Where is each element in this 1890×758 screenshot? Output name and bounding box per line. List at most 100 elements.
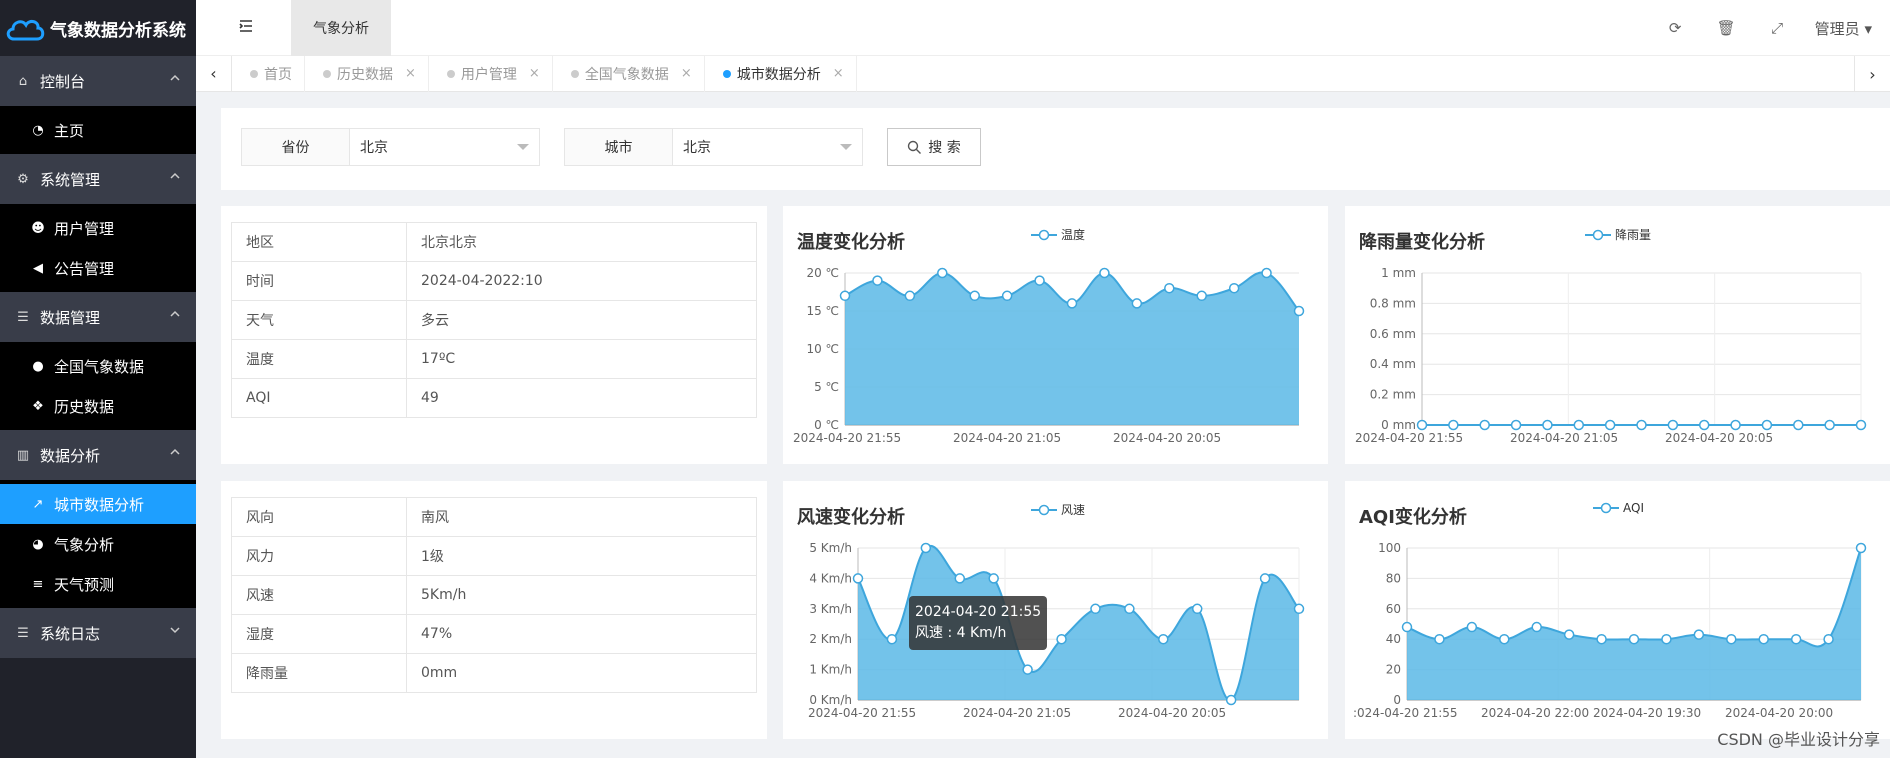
close-icon[interactable]: × [833, 66, 844, 81]
data-point [1448, 419, 1459, 431]
x-tick-label: 2024-04-20 19:30 [1593, 706, 1701, 720]
server-icon: ☰ [17, 309, 29, 325]
table-row: 风向 南风 [231, 497, 757, 537]
y-tick-label: 20 ℃ [806, 266, 839, 280]
refresh-icon[interactable]: ⟳ [1650, 19, 1701, 37]
data-point [988, 573, 999, 584]
y-tick-label: 4 Km/h [809, 571, 852, 585]
y-tick-label: 20 [1386, 663, 1401, 677]
menu-head-console[interactable]: ⌂ 控制台 [0, 56, 196, 106]
home-icon: ⌂ [18, 73, 28, 89]
menu-head-label: 系统管理 [40, 170, 101, 189]
close-icon[interactable]: × [681, 66, 692, 81]
user-menu[interactable]: 管理员 ▾ [1815, 18, 1872, 39]
sidebar-item-notice[interactable]: ◀ 公告管理 [0, 248, 196, 288]
tabs-scroll-right-button[interactable]: › [1854, 56, 1890, 92]
y-tick-label: 0 Km/h [809, 693, 852, 707]
search-button[interactable]: 搜 索 [887, 128, 981, 166]
chart-aqi: 0 20 40 60 80 100:024-04-20 21:55 2024-04-20 2… [1353, 541, 1867, 720]
sidebar-item-users[interactable]: ☻ 用户管理 [0, 208, 196, 248]
data-point [1090, 603, 1101, 615]
y-tick-label: 10 ℃ [806, 342, 839, 356]
table-row: 风力 1级 [231, 536, 757, 576]
data-point [1228, 282, 1240, 294]
y-tick-label: 1 mm [1381, 266, 1416, 280]
fullscreen-icon[interactable]: ⤢ [1752, 19, 1803, 37]
y-tick-label: 5 ℃ [814, 380, 839, 394]
data-point [1573, 419, 1585, 431]
sidebar-item-forecast[interactable]: ≡ 天气预测 [0, 564, 196, 604]
tooltip-line: 风速 : 4 Km/h [915, 625, 1007, 641]
info-value: 多云 [406, 300, 757, 340]
gears-icon: ⚙ [17, 171, 29, 187]
data-point [969, 290, 980, 302]
chart-card-rainfall: 降雨量变化分析 降雨量 0 mm 0.2 mm 0.4 mm 0.6 mm 0.8 mm… [1345, 206, 1890, 464]
data-point [1824, 419, 1835, 431]
data-point [839, 290, 851, 302]
y-tick-label: 0.2 mm [1370, 388, 1416, 402]
y-tick-label: 2 Km/h [809, 632, 852, 646]
menu-head-logs[interactable]: ☰ 系统日志 [0, 608, 196, 658]
x-tick-label: 2024-04-20 21:05 [963, 706, 1071, 720]
sidebar-item-weather-analysis[interactable]: ◕ 气象分析 [0, 524, 196, 564]
data-point [1542, 419, 1553, 431]
cubes-icon: ❖ [32, 398, 44, 414]
tab-label: 全国气象数据 [584, 66, 669, 83]
chart-tooltip: 2024-04-20 21:55 风速 : 4 Km/h [909, 596, 1048, 650]
tab-national-data[interactable]: 全国气象数据 × [553, 55, 705, 92]
chart-card-temperature: 温度变化分析 温度 0 ℃ 5 ℃ 10 ℃ 15 ℃ 20 ℃ 2024-04-20 2… [783, 206, 1328, 464]
sidebar-item-label: 用户管理 [54, 219, 115, 238]
data-point [904, 290, 916, 302]
info-table-wind: 风向 南风 风力 1级 风速 5Km/h 湿度 47% 降雨量 0mm [231, 497, 757, 693]
data-point [1131, 298, 1143, 309]
menu-toggle-icon[interactable] [238, 18, 254, 34]
info-value: 17ºC [406, 339, 757, 379]
info-value: 1级 [406, 536, 757, 576]
tooltip-title: 2024-04-20 21:55 [915, 604, 1042, 620]
tab-dot [250, 69, 258, 78]
menu-head-data[interactable]: ☰ 数据管理 [0, 292, 196, 342]
header-tab-weather-analysis[interactable]: 气象分析 [291, 0, 391, 56]
close-icon[interactable]: × [405, 66, 416, 81]
y-tick-label: 0.4 mm [1370, 357, 1416, 371]
info-value: 南风 [406, 497, 757, 537]
tab-history[interactable]: 历史数据 × [305, 55, 429, 92]
menu-head-system[interactable]: ⚙ 系统管理 [0, 154, 196, 204]
chart-wind: 0 Km/h 1 Km/h 2 Km/h 3 Km/h 4 Km/h 5 Km/h 2024… [808, 541, 1305, 720]
tab-home[interactable]: 首页 [232, 55, 305, 92]
tab-users[interactable]: 用户管理 × [429, 55, 553, 92]
data-point [1259, 573, 1271, 584]
data-point [954, 573, 966, 584]
data-point [1158, 633, 1169, 645]
menu-head-label: 控制台 [40, 72, 86, 91]
caret-down-icon: ▾ [1864, 19, 1872, 38]
sidebar-item-home[interactable]: ◔ 主页 [0, 110, 196, 150]
info-key: 降雨量 [231, 653, 407, 693]
province-select[interactable]: 省份 北京 [241, 128, 540, 166]
tabs-scroll-left-button[interactable]: ‹ [196, 55, 232, 92]
table-row: 地区 北京北京 [231, 222, 757, 262]
menu-head-analysis[interactable]: ▥ 数据分析 [0, 430, 196, 480]
trash-icon[interactable]: 🗑 [1701, 19, 1752, 37]
sidebar-item-history[interactable]: ❖ 历史数据 [0, 386, 196, 426]
city-select[interactable]: 城市 北京 [564, 128, 863, 166]
data-point [1293, 603, 1305, 615]
x-tick-label: :024-04-20 21:55 [1353, 706, 1458, 720]
tab-dot [323, 69, 331, 78]
tab-city-analysis[interactable]: 城市数据分析 × [705, 55, 857, 92]
page-tabs: ‹ 首页 历史数据 × 用户管理 × 全国气象数据 × 城市数据分析 × › [196, 55, 1890, 92]
data-point [1790, 633, 1802, 645]
table-row: 风速 5Km/h [231, 575, 757, 615]
data-point [1479, 419, 1490, 431]
data-point [1196, 290, 1207, 302]
data-point [1761, 419, 1773, 431]
x-tick-label: 2024-04-20 21:55 [793, 431, 901, 445]
data-point [1164, 282, 1175, 294]
close-icon[interactable]: × [529, 66, 540, 81]
info-panel-wind: 风向 南风 风力 1级 风速 5Km/h 湿度 47% 降雨量 0mm [221, 481, 767, 739]
menu-group-data: ☰ 数据管理 ● 全国气象数据 ❖ 历史数据 [0, 292, 196, 430]
user-name: 管理员 [1814, 19, 1860, 38]
info-key: 天气 [231, 300, 407, 340]
sidebar-item-city-analysis[interactable]: ↗ 城市数据分析 [0, 484, 196, 524]
sidebar-item-national-data[interactable]: ● 全国气象数据 [0, 346, 196, 386]
